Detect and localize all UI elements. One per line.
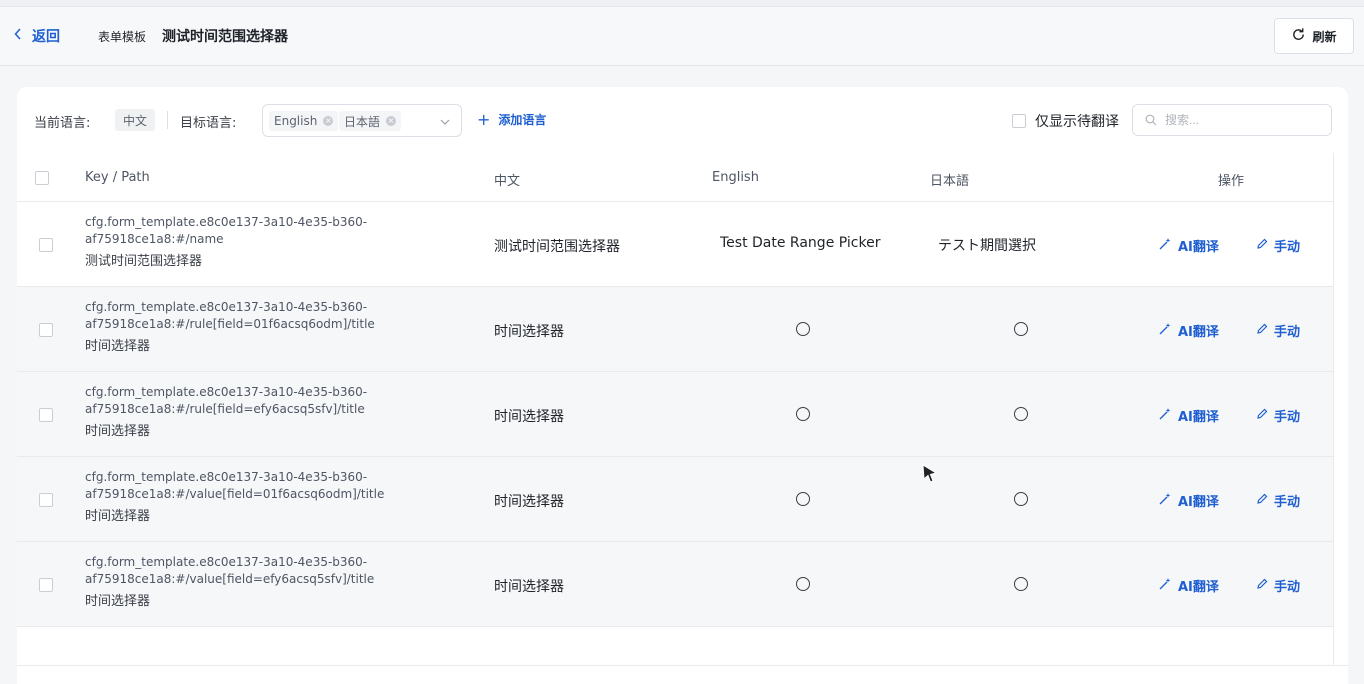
manual-edit-button[interactable]: 手动 — [1256, 576, 1300, 595]
pending-circle-icon — [1014, 407, 1028, 421]
plus-icon: + — [477, 109, 491, 129]
translation-table: Key / Path 中文 English 日本語 操作 cfg.form_te… — [17, 153, 1333, 627]
target-lang-label: 目标语言: — [180, 116, 237, 131]
add-language-button[interactable]: + 添加语言 — [477, 111, 546, 128]
page-title: 测试时间范围选择器 — [162, 29, 288, 45]
table-footer — [17, 665, 1348, 684]
cell-zh: 测试时间范围选择器 — [494, 239, 620, 255]
row-checkbox[interactable] — [39, 408, 53, 422]
key-name: 时间选择器 — [85, 509, 151, 524]
select-all-checkbox[interactable] — [35, 171, 49, 185]
ai-translate-button[interactable]: AI翻译 — [1159, 236, 1219, 255]
vertical-scrollbar[interactable] — [1333, 153, 1348, 684]
magic-wand-icon — [1159, 322, 1172, 339]
pencil-icon — [1256, 323, 1268, 339]
table-row: cfg.form_template.e8c0e137-3a10-4e35-b36… — [17, 457, 1333, 542]
manual-edit-button[interactable]: 手动 — [1256, 406, 1300, 425]
table-header: Key / Path 中文 English 日本語 操作 — [17, 153, 1333, 202]
back-button[interactable]: 返回 — [14, 26, 60, 46]
pending-circle-icon — [796, 322, 810, 336]
col-ja: 日本語 — [930, 174, 970, 189]
pending-circle-icon — [796, 492, 810, 506]
cell-zh: 时间选择器 — [494, 324, 564, 340]
pending-circle-icon — [1014, 492, 1028, 506]
key-name: 时间选择器 — [85, 594, 151, 609]
magic-wand-icon — [1159, 407, 1172, 424]
pencil-icon — [1256, 578, 1268, 594]
pending-circle-icon — [1014, 322, 1028, 336]
refresh-button[interactable]: 刷新 — [1274, 18, 1354, 54]
lang-tag-english: English × — [269, 111, 339, 131]
row-checkbox[interactable] — [39, 493, 53, 507]
key-path: cfg.form_template.e8c0e137-3a10-4e35-b36… — [85, 470, 385, 524]
remove-tag-icon[interactable]: × — [323, 116, 334, 126]
chevron-left-icon — [14, 28, 22, 44]
table-row: cfg.form_template.e8c0e137-3a10-4e35-b36… — [17, 542, 1333, 627]
pencil-icon — [1256, 408, 1268, 424]
col-actions: 操作 — [1218, 174, 1245, 189]
table-row: cfg.form_template.e8c0e137-3a10-4e35-b36… — [17, 287, 1333, 372]
cell-zh: 时间选择器 — [494, 579, 564, 595]
pencil-icon — [1256, 238, 1268, 254]
col-en: English — [712, 170, 759, 185]
table-row: cfg.form_template.e8c0e137-3a10-4e35-b36… — [17, 372, 1333, 457]
row-checkbox[interactable] — [39, 323, 53, 337]
search-input[interactable] — [1165, 113, 1315, 127]
col-zh: 中文 — [494, 174, 521, 189]
only-pending-checkbox[interactable] — [1012, 114, 1026, 128]
current-lang-label: 当前语言: — [34, 116, 91, 131]
key-path: cfg.form_template.e8c0e137-3a10-4e35-b36… — [85, 214, 375, 270]
cell-zh: 时间选择器 — [494, 409, 564, 425]
key-path: cfg.form_template.e8c0e137-3a10-4e35-b36… — [85, 555, 375, 609]
current-lang-chip: 中文 — [115, 109, 155, 131]
pending-circle-icon — [796, 407, 810, 421]
ai-translate-button[interactable]: AI翻译 — [1159, 406, 1219, 425]
key-name: 测试时间范围选择器 — [85, 254, 203, 269]
back-label: 返回 — [32, 29, 60, 45]
manual-edit-button[interactable]: 手动 — [1256, 236, 1300, 255]
pending-circle-icon — [1014, 577, 1028, 591]
mouse-cursor-icon — [921, 463, 939, 489]
lang-tag-japanese: 日本語 × — [339, 111, 402, 131]
key-name: 时间选择器 — [85, 424, 151, 439]
search-icon — [1145, 111, 1157, 130]
magic-wand-icon — [1159, 492, 1172, 509]
chevron-down-icon — [439, 113, 451, 132]
key-name: 时间选择器 — [85, 339, 151, 354]
pencil-icon — [1256, 493, 1268, 509]
row-checkbox[interactable] — [39, 578, 53, 592]
key-path: cfg.form_template.e8c0e137-3a10-4e35-b36… — [85, 384, 375, 440]
ai-translate-button[interactable]: AI翻译 — [1159, 576, 1219, 595]
search-box[interactable] — [1132, 104, 1332, 136]
cell-zh: 时间选择器 — [494, 494, 564, 510]
remove-tag-icon[interactable]: × — [386, 116, 397, 126]
refresh-icon — [1291, 27, 1306, 45]
magic-wand-icon — [1159, 577, 1172, 594]
translation-card: 当前语言: 中文 目标语言: English × 日本語 × + 添加语言 仅显… — [17, 87, 1348, 684]
key-path: cfg.form_template.e8c0e137-3a10-4e35-b36… — [85, 300, 375, 354]
ai-translate-button[interactable]: AI翻译 — [1159, 491, 1219, 510]
magic-wand-icon — [1159, 237, 1172, 254]
breadcrumb-tag: 表单模板 — [98, 30, 147, 44]
ai-translate-button[interactable]: AI翻译 — [1159, 321, 1219, 340]
toolbar: 当前语言: 中文 目标语言: English × 日本語 × + 添加语言 仅显… — [17, 87, 1348, 153]
manual-edit-button[interactable]: 手动 — [1256, 321, 1300, 340]
cell-ja: テスト期間選択 — [938, 238, 1036, 254]
divider — [167, 111, 168, 129]
top-strip — [0, 0, 1364, 7]
table-row: cfg.form_template.e8c0e137-3a10-4e35-b36… — [17, 202, 1333, 287]
only-pending-toggle[interactable]: 仅显示待翻译 — [1012, 111, 1119, 131]
row-checkbox[interactable] — [39, 238, 53, 252]
pending-circle-icon — [796, 577, 810, 591]
refresh-label: 刷新 — [1312, 29, 1337, 44]
col-key: Key / Path — [85, 170, 150, 185]
page-header: 返回 表单模板 测试时间范围选择器 刷新 — [0, 7, 1364, 66]
cell-en: Test Date Range Picker — [720, 235, 881, 251]
target-lang-select[interactable]: English × 日本語 × — [262, 104, 462, 137]
manual-edit-button[interactable]: 手动 — [1256, 491, 1300, 510]
